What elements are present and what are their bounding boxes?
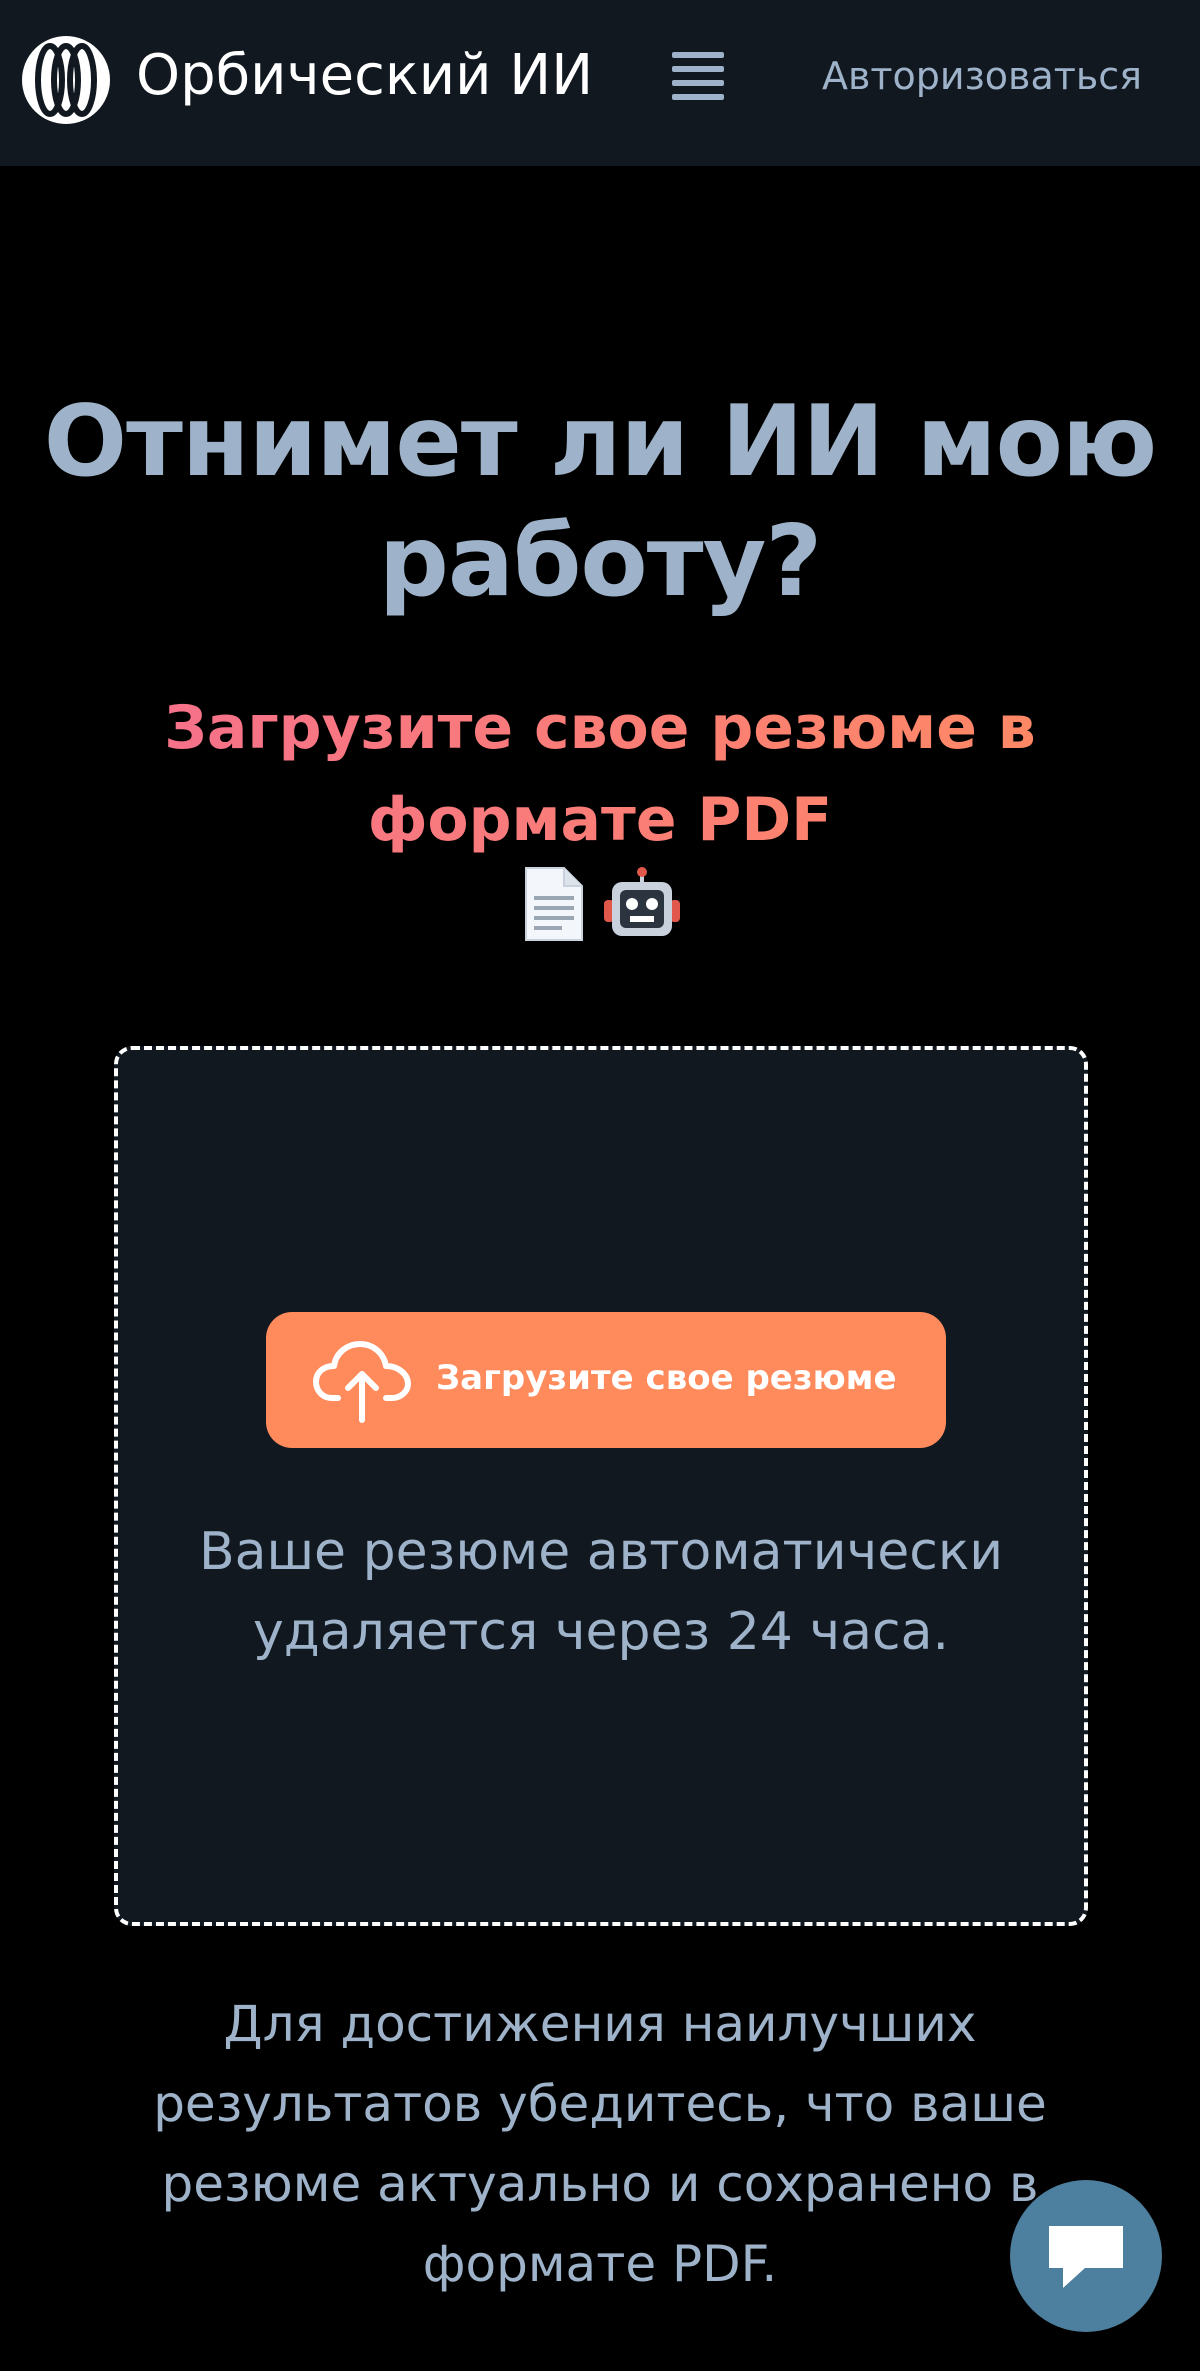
page-title: Отнимет ли ИИ мою работу? xyxy=(43,385,1157,619)
upload-resume-button[interactable]: Загрузите свое резюме xyxy=(266,1312,946,1448)
cloud-upload-icon xyxy=(313,1341,411,1423)
upload-button-label: Загрузите свое резюме xyxy=(436,1358,897,1398)
hamburger-menu-icon[interactable] xyxy=(672,44,728,108)
emoji-row xyxy=(0,866,1200,942)
robot-icon xyxy=(604,867,680,936)
page: Орбический ИИ Авторизоваться Отнимет ли … xyxy=(0,0,1200,2371)
document-icon xyxy=(525,867,583,941)
pdf-tip-text: Для достижения наилучших результатов убе… xyxy=(153,1995,1047,2293)
login-link[interactable]: Авторизоваться xyxy=(822,50,1142,102)
resume-dropzone[interactable]: Загрузите свое резюме Ваше резюме автома… xyxy=(114,1046,1088,1926)
upload-subtitle: Загрузите свое резюме в формате PDF xyxy=(100,682,1100,866)
top-nav: Орбический ИИ Авторизоваться xyxy=(0,0,1200,166)
chat-button[interactable] xyxy=(1010,2180,1162,2332)
brand-name[interactable]: Орбический ИИ xyxy=(136,38,593,114)
orbital-logo-icon[interactable] xyxy=(20,34,112,126)
chat-bubble-icon xyxy=(1049,2226,1123,2288)
auto-delete-note: Ваше резюме автоматически удаляется чере… xyxy=(198,1522,1004,1662)
